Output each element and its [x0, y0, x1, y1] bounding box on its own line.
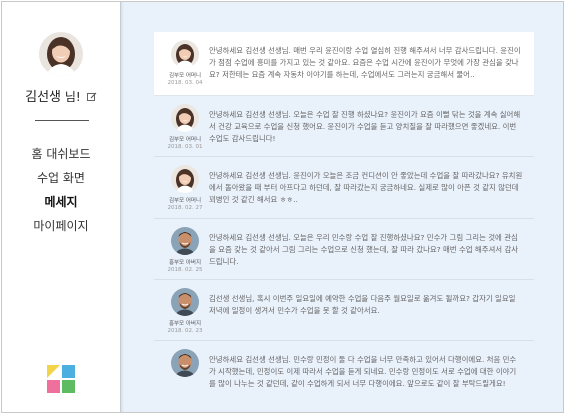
sender-avatar: [171, 165, 199, 193]
message-date: 2018. 02. 27: [167, 205, 203, 211]
edit-icon[interactable]: [86, 91, 97, 106]
sender-avatar: [171, 227, 199, 255]
sidebar-divider: [35, 120, 89, 121]
message-item[interactable]: 김부모 어머니 2018. 02. 27 안녕하세요 김선생 선생님. 윤진이가…: [154, 157, 534, 219]
profile-avatar[interactable]: [39, 32, 83, 76]
message-item[interactable]: 김부모 어머니 2018. 03. 04 안녕하세요 김선생 선생님. 매번 우…: [154, 32, 534, 96]
message-date: 2018. 03. 04: [167, 80, 203, 86]
message-text: 안녕하세요 김선생 선생님. 오늘은 수업 잘 진행 하셨나요? 윤진이가 요즘…: [209, 110, 521, 143]
message-date: 2018. 03. 01: [167, 144, 203, 150]
nav-item-mypage[interactable]: 마이페이지: [2, 214, 120, 238]
sender-name: 홍부모 아버지: [168, 321, 202, 327]
message-text: 김선생 선생님, 혹시 이번주 일요일에 예약한 수업을 다음주 월요일로 옮겨…: [209, 294, 516, 315]
sender-name: 김부모 어머니: [168, 137, 202, 143]
message-item[interactable]: 김부모 어머니 2018. 03. 01 안녕하세요 김선생 선생님. 오늘은 …: [154, 96, 534, 157]
nav-item-class-screen[interactable]: 수업 화면: [2, 166, 120, 190]
nav-item-messages[interactable]: 메세지: [2, 190, 120, 214]
sidebar-shadow: [120, 2, 124, 412]
profile-greeting: 김선생 님!: [2, 86, 120, 106]
sidebar: 김선생 님! 홈 대쉬보드 수업 화면 메세지 마이페이지: [2, 2, 121, 412]
sender-name: 김부모 어머니: [168, 73, 202, 79]
message-text: 안녕하세요 김선생 선생님. 매번 우리 윤진이랑 수업 열심히 진행 해주셔서…: [209, 46, 521, 79]
app-frame: 김선생 님! 홈 대쉬보드 수업 화면 메세지 마이페이지 김부모 어머니 20…: [1, 1, 564, 413]
profile-suffix: 님!: [61, 90, 81, 104]
message-item[interactable]: 홍부모 아버지 2018. 02. 25 안녕하세요 김선생 선생님. 오늘은 …: [154, 219, 534, 280]
sender-avatar: [171, 349, 199, 377]
profile-name: 김선생: [25, 90, 62, 105]
sender-avatar: [171, 288, 199, 316]
sidebar-nav: 홈 대쉬보드 수업 화면 메세지 마이페이지: [2, 142, 120, 238]
message-text: 안녕하세요 김선생 선생님. 민수랑 민정이 둘 다 수업을 너무 만족하고 있…: [209, 355, 517, 388]
message-text: 안녕하세요 김선생 선생님. 윤진이가 오늘은 조금 컨디션이 안 좋았는데 수…: [209, 171, 523, 204]
sender-avatar: [171, 40, 199, 68]
sender-name: 김부모 어머니: [168, 198, 202, 204]
app-logo-icon: [46, 364, 78, 394]
message-item[interactable]: 홍부모 아버지 2018. 02. 23 김선생 선생님, 혹시 이번주 일요일…: [154, 280, 534, 341]
sender-avatar: [171, 104, 199, 132]
sender-name: 홍부모 아버지: [168, 260, 202, 266]
nav-item-dashboard[interactable]: 홈 대쉬보드: [2, 142, 120, 166]
message-date: 2018. 02. 23: [167, 328, 203, 334]
message-text: 안녕하세요 김선생 선생님. 오늘은 우리 민수랑 수업 잘 진행하셨나요? 민…: [209, 233, 519, 266]
message-item[interactable]: 안녕하세요 김선생 선생님. 민수랑 민정이 둘 다 수업을 너무 만족하고 있…: [154, 341, 534, 409]
message-date: 2018. 02. 25: [167, 267, 203, 273]
message-list: 김부모 어머니 2018. 03. 04 안녕하세요 김선생 선생님. 매번 우…: [154, 32, 534, 409]
